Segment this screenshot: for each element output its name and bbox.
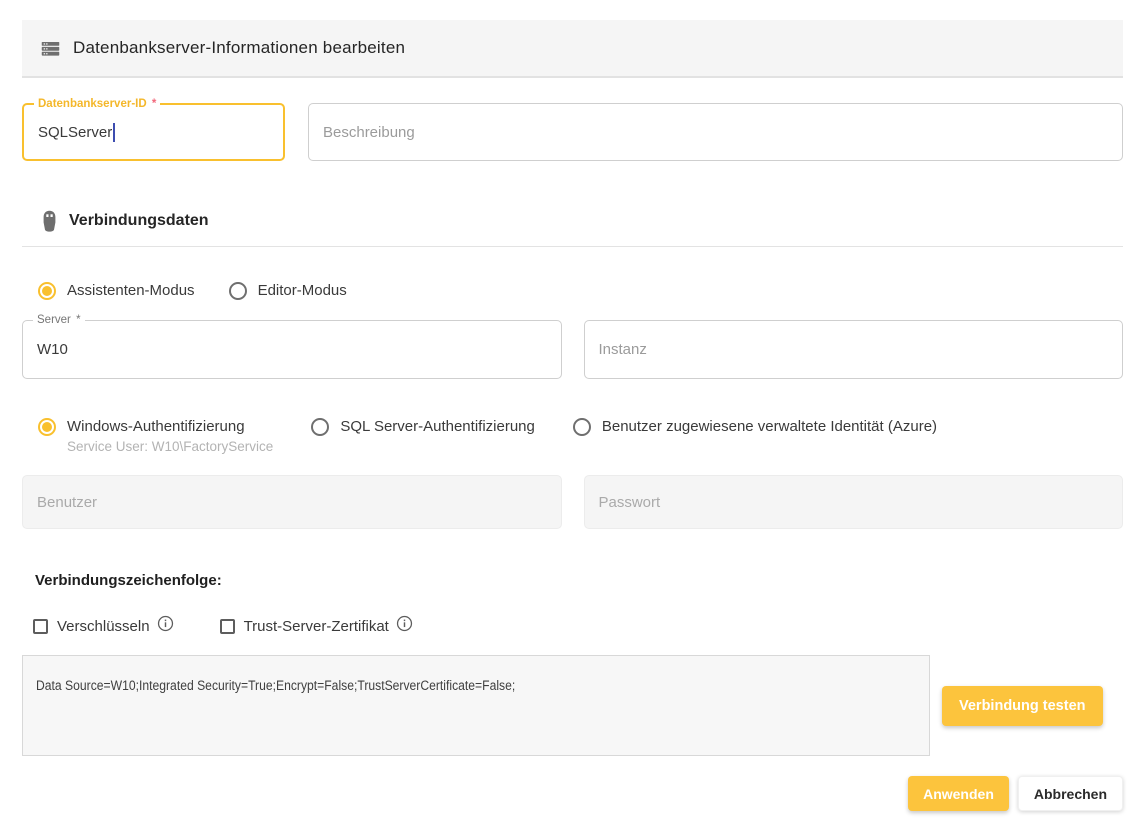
section-divider [22,246,1123,247]
database-server-id-value: SQLServer [38,124,112,141]
connection-string-options: Verschlüsseln Trust-Server-Zertifikat [22,615,1123,638]
required-asterisk: * [76,314,80,326]
text-caret [113,123,115,142]
info-icon[interactable] [396,615,413,632]
cancel-button[interactable]: Abbrechen [1018,776,1123,811]
radio-sql-server-auth[interactable]: SQL Server-Authentifizierung [311,417,535,436]
auth-radio-group: Windows-Authentifizierung Service User: … [22,417,1123,456]
radio-circle [38,282,56,300]
connection-string-box: Data Source=W10;Integrated Security=True… [22,655,930,756]
checkbox-encrypt[interactable]: Verschlüsseln [33,615,174,638]
radio-circle [229,282,247,300]
service-user-subtext: Service User: W10\FactoryService [67,437,273,456]
apply-button[interactable]: Anwenden [908,776,1009,811]
user-placeholder: Benutzer [37,494,97,511]
password-placeholder: Passwort [599,494,661,511]
database-server-id-label: Datenbankserver-ID [38,98,147,110]
radio-circle [311,418,329,436]
user-field: Benutzer [22,475,562,529]
page-title: Datenbankserver-Informationen bearbeiten [73,38,405,58]
connection-string-label: Verbindungszeichenfolge: [22,572,1123,589]
storage-icon [40,38,61,59]
checkbox-label: Trust-Server-Zertifikat [244,618,389,635]
mode-radio-group: Assistenten-Modus Editor-Modus [22,281,1123,300]
checkbox-trust-server-certificate[interactable]: Trust-Server-Zertifikat [220,615,413,638]
usb-plug-icon [40,209,59,233]
checkbox-box [33,619,48,634]
radio-label: Assistenten-Modus [67,281,195,300]
server-field[interactable]: Server * W10 [22,320,562,379]
section-title-connection-data: Verbindungsdaten [69,212,209,230]
radio-azure-managed-identity[interactable]: Benutzer zugewiesene verwaltete Identitä… [573,417,937,436]
radio-editor-mode[interactable]: Editor-Modus [229,281,347,300]
radio-circle [38,418,56,436]
radio-label: Editor-Modus [258,281,347,300]
description-placeholder: Beschreibung [323,124,415,141]
info-icon[interactable] [157,615,174,632]
description-field[interactable]: Beschreibung [308,103,1123,161]
instance-placeholder: Instanz [599,341,647,358]
checkbox-box [220,619,235,634]
dialog-header: Datenbankserver-Informationen bearbeiten [22,20,1123,78]
database-server-id-field[interactable]: Datenbankserver-ID * SQLServer [22,103,285,161]
server-label: Server [37,314,71,326]
radio-label: SQL Server-Authentifizierung [340,417,535,436]
password-field: Passwort [584,475,1124,529]
radio-label: Windows-Authentifizierung [67,417,273,436]
radio-assistant-mode[interactable]: Assistenten-Modus [38,281,195,300]
checkbox-label: Verschlüsseln [57,618,150,635]
test-connection-button[interactable]: Verbindung testen [942,686,1103,726]
radio-circle [573,418,591,436]
radio-windows-auth[interactable]: Windows-Authentifizierung Service User: … [38,417,273,456]
server-value: W10 [37,341,68,358]
radio-label: Benutzer zugewiesene verwaltete Identitä… [602,417,937,436]
instance-field[interactable]: Instanz [584,320,1124,379]
connection-string-value: Data Source=W10;Integrated Security=True… [36,678,828,693]
required-asterisk: * [152,98,156,110]
